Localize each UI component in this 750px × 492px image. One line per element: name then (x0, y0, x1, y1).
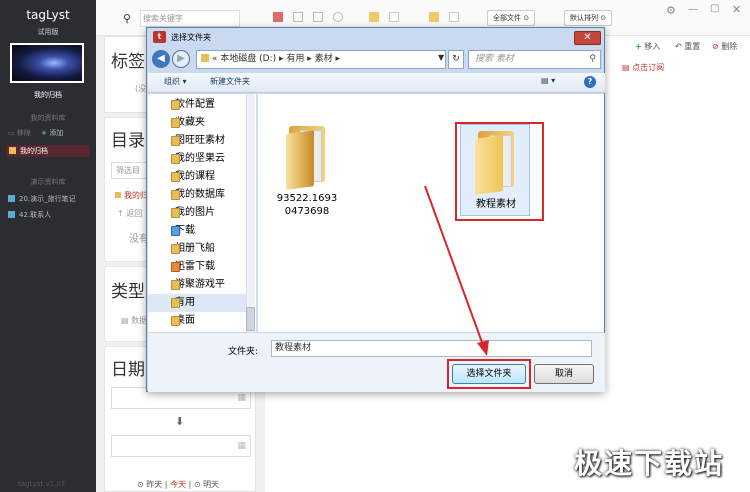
annotation-arrow (424, 185, 489, 356)
watermark: 极速下载站 (574, 447, 725, 480)
